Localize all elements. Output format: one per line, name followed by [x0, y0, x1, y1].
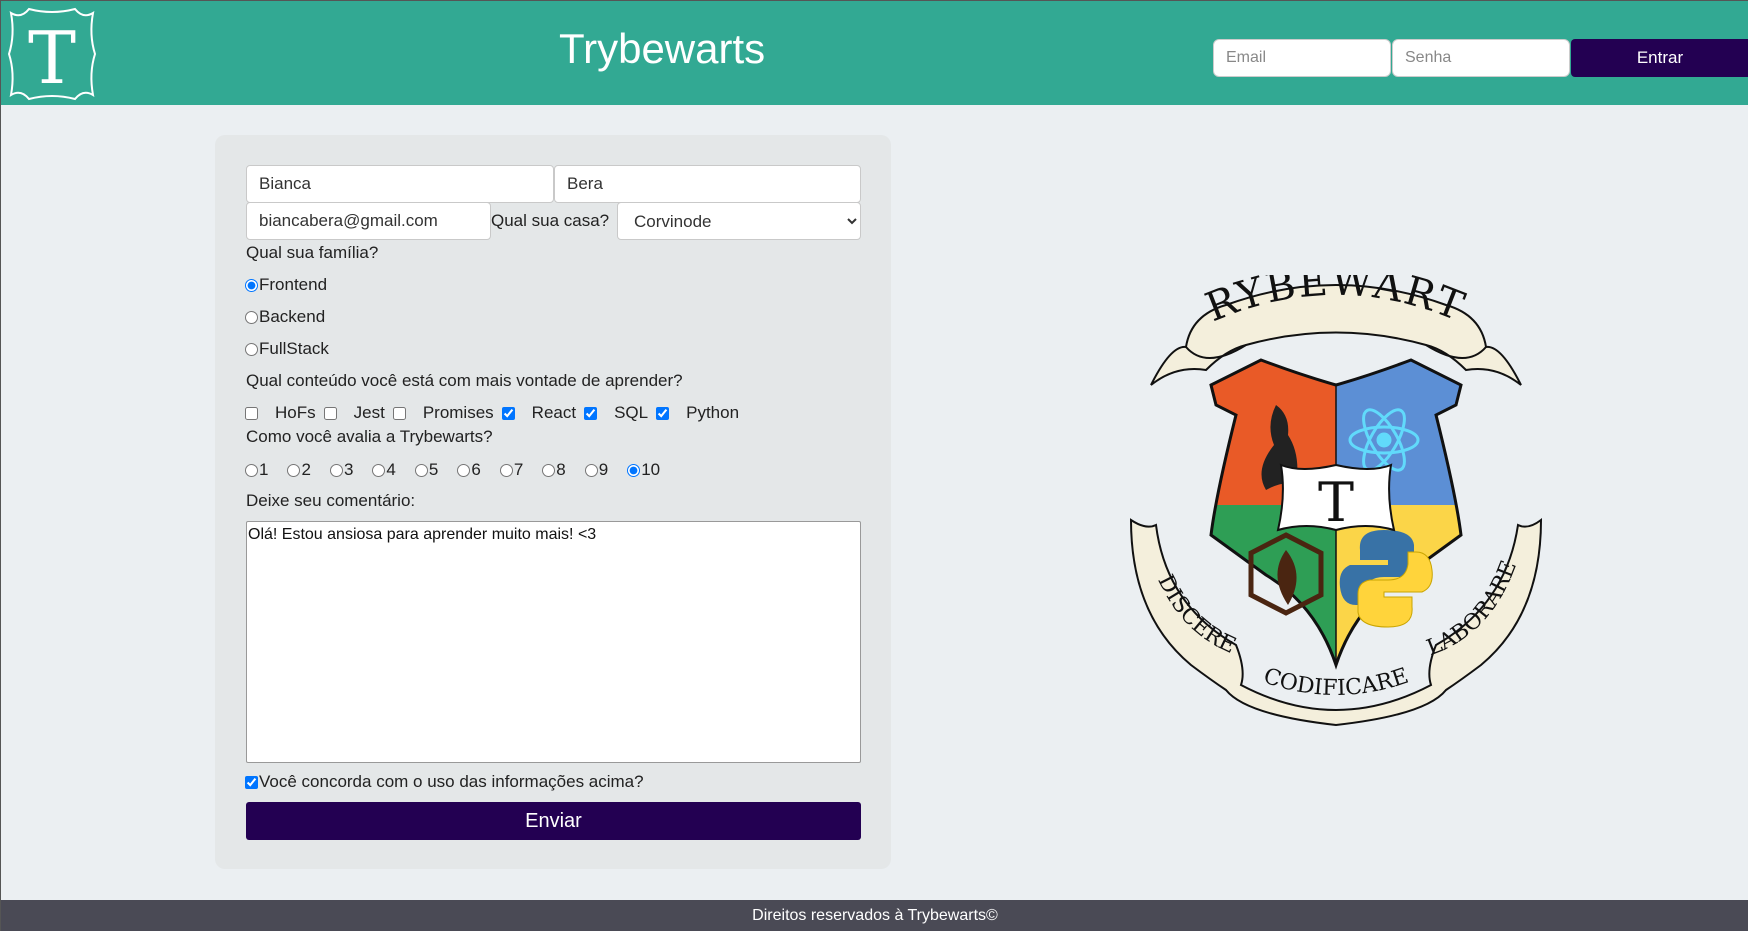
content-option-label: SQL: [614, 403, 649, 422]
email-input[interactable]: [246, 202, 491, 240]
content-label: Qual conteúdo você está com mais vontade…: [246, 371, 683, 390]
content-option-label: React: [531, 403, 577, 422]
content-checkbox-react[interactable]: [501, 406, 515, 420]
rating-option-label: 3: [343, 460, 354, 479]
content-checkbox-python[interactable]: [656, 406, 670, 420]
login-button[interactable]: Entrar: [1571, 39, 1748, 77]
rating-option-3[interactable]: 3: [329, 460, 354, 480]
rating-radio[interactable]: [287, 463, 301, 477]
house-select[interactable]: Corvinode: [617, 202, 861, 240]
content-option-label: HoFs: [275, 403, 316, 422]
trybewarts-crest-image: TRYBEWARTS DISCERE CODIFICARE LABORARE T: [1126, 275, 1543, 727]
rating-option-label: 1: [259, 460, 269, 479]
rating-option-4[interactable]: 4: [372, 460, 396, 480]
rating-option-8[interactable]: 8: [542, 460, 566, 480]
footer-text: Direitos reservados à Trybewarts©: [752, 906, 998, 924]
rating-radio[interactable]: [414, 463, 428, 477]
rating-radio[interactable]: [542, 463, 556, 477]
rating-radio[interactable]: [499, 463, 513, 477]
comment-textarea[interactable]: Olá! Estou ansiosa para aprender muito m…: [246, 521, 861, 763]
rating-option-7[interactable]: 7: [499, 460, 524, 480]
rating-option-label: 9: [598, 460, 609, 479]
family-option-label: FullStack: [259, 339, 329, 358]
agreement-option[interactable]: Você concorda com o uso das informações …: [245, 772, 644, 792]
family-option-label: Backend: [259, 307, 326, 326]
rating-radio[interactable]: [329, 463, 343, 477]
rating-option-label: 7: [513, 460, 524, 479]
rating-option-10[interactable]: 10: [627, 460, 660, 480]
rating-option-label: 6: [471, 460, 481, 479]
agreement-label: Você concorda com o uso das informações …: [259, 772, 644, 791]
trybewarts-logo-icon: T: [7, 7, 97, 101]
rating-radio[interactable]: [372, 463, 386, 477]
footer: Direitos reservados à Trybewarts©: [1, 900, 1748, 931]
rating-option-label: 5: [428, 460, 439, 479]
house-label: Qual sua casa?: [491, 211, 610, 230]
site-title: Trybewarts: [559, 25, 766, 72]
content-checkbox-promises[interactable]: [392, 406, 406, 420]
rating-option-1[interactable]: 1: [245, 460, 268, 480]
family-radio-backend[interactable]: [245, 310, 258, 324]
rating-option-label: 10: [641, 460, 661, 479]
rating-radio[interactable]: [457, 463, 471, 477]
family-option-frontend[interactable]: Frontend: [245, 275, 327, 295]
rating-option-label: 8: [556, 460, 566, 479]
family-radio-frontend[interactable]: [245, 278, 258, 292]
login-email-input[interactable]: [1213, 39, 1391, 77]
family-option-backend[interactable]: Backend: [245, 307, 325, 327]
rating-option-6[interactable]: 6: [457, 460, 481, 480]
rating-label: Como você avalia a Trybewarts?: [246, 427, 493, 446]
rating-radio[interactable]: [627, 463, 641, 477]
header: T Trybewarts Entrar: [1, 0, 1748, 105]
agreement-checkbox[interactable]: [245, 775, 258, 789]
first-name-input[interactable]: [246, 165, 554, 203]
content-checkbox-sql[interactable]: [584, 406, 598, 420]
last-name-input[interactable]: [554, 165, 861, 203]
crest-center-letter: T: [1318, 471, 1354, 534]
rating-option-2[interactable]: 2: [287, 460, 311, 480]
content-option-label: Jest: [353, 403, 385, 422]
content-option-label: Python: [686, 403, 740, 422]
content-checkbox-group: HoFs Jest Promises React SQL Python: [245, 403, 747, 423]
rating-radio-group: 1 2 3 4 5 6 7 8 9 10: [245, 460, 679, 480]
content-checkbox-jest[interactable]: [323, 406, 337, 420]
family-label: Qual sua família?: [246, 243, 379, 262]
content-checkbox-hofs[interactable]: [245, 406, 258, 420]
rating-option-label: 4: [386, 460, 396, 479]
rating-radio[interactable]: [245, 463, 258, 477]
login-password-input[interactable]: [1392, 39, 1570, 77]
logo-letter: T: [28, 16, 76, 100]
rating-option-9[interactable]: 9: [584, 460, 609, 480]
rating-option-5[interactable]: 5: [414, 460, 439, 480]
submit-button[interactable]: Enviar: [246, 802, 861, 840]
rating-radio[interactable]: [584, 463, 598, 477]
family-option-fullstack[interactable]: FullStack: [245, 339, 329, 359]
family-radio-fullstack[interactable]: [245, 342, 258, 356]
rating-option-label: 2: [301, 460, 311, 479]
comment-label: Deixe seu comentário:: [246, 491, 416, 510]
family-option-label: Frontend: [259, 275, 328, 294]
content-option-label: Promises: [422, 403, 494, 422]
